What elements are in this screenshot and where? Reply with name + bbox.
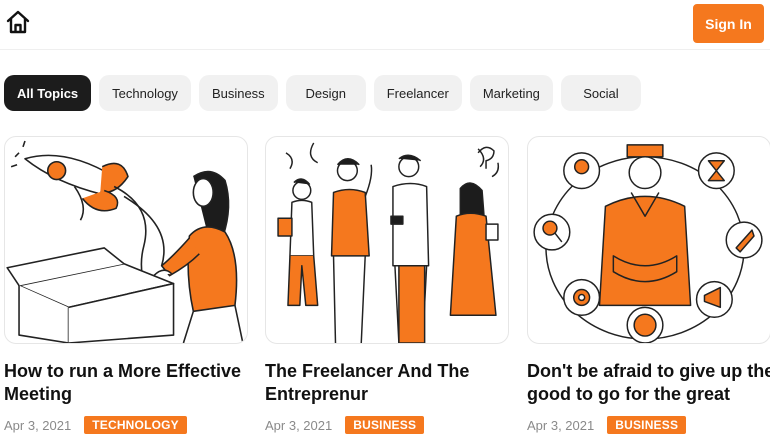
topic-chip-all-topics[interactable]: All Topics bbox=[4, 75, 92, 111]
post-illustration-rocket-woman[interactable] bbox=[4, 136, 248, 344]
home-icon[interactable] bbox=[5, 9, 31, 35]
post-illustration-team[interactable] bbox=[265, 136, 509, 344]
post-meta: Apr 3, 2021 TECHNOLOGY bbox=[4, 416, 187, 434]
post-title[interactable]: The Freelancer And The Entreprenur bbox=[265, 360, 515, 406]
post-title[interactable]: How to run a More Effective Meeting bbox=[4, 360, 254, 406]
post-card[interactable]: Don't be afraid to give up the good to g… bbox=[527, 136, 770, 434]
post-illustration-man-icons[interactable] bbox=[527, 136, 770, 344]
topic-chip-social[interactable]: Social bbox=[560, 75, 641, 111]
post-card[interactable]: How to run a More Effective Meeting Apr … bbox=[4, 136, 248, 434]
post-meta: Apr 3, 2021 BUSINESS bbox=[527, 416, 687, 434]
topic-filter-bar: All Topics Technology Business Design Fr… bbox=[4, 75, 641, 111]
post-card[interactable]: The Freelancer And The Entreprenur Apr 3… bbox=[265, 136, 509, 434]
topic-chip-business[interactable]: Business bbox=[198, 75, 278, 111]
topic-chip-freelancer[interactable]: Freelancer bbox=[373, 75, 462, 111]
topic-chip-marketing[interactable]: Marketing bbox=[469, 75, 553, 111]
post-title[interactable]: Don't be afraid to give up the good to g… bbox=[527, 360, 770, 406]
post-tag-badge[interactable]: BUSINESS bbox=[345, 416, 425, 434]
post-tag-badge[interactable]: BUSINESS bbox=[607, 416, 687, 434]
top-bar: Sign In bbox=[0, 0, 770, 50]
topic-chip-technology[interactable]: Technology bbox=[99, 75, 191, 111]
post-date: Apr 3, 2021 bbox=[4, 417, 72, 433]
post-tag-badge[interactable]: TECHNOLOGY bbox=[84, 416, 187, 434]
topic-chip-design[interactable]: Design bbox=[285, 75, 366, 111]
post-date: Apr 3, 2021 bbox=[527, 417, 595, 433]
post-meta: Apr 3, 2021 BUSINESS bbox=[265, 416, 425, 434]
sign-in-button[interactable]: Sign In bbox=[693, 4, 764, 43]
post-date: Apr 3, 2021 bbox=[265, 417, 333, 433]
